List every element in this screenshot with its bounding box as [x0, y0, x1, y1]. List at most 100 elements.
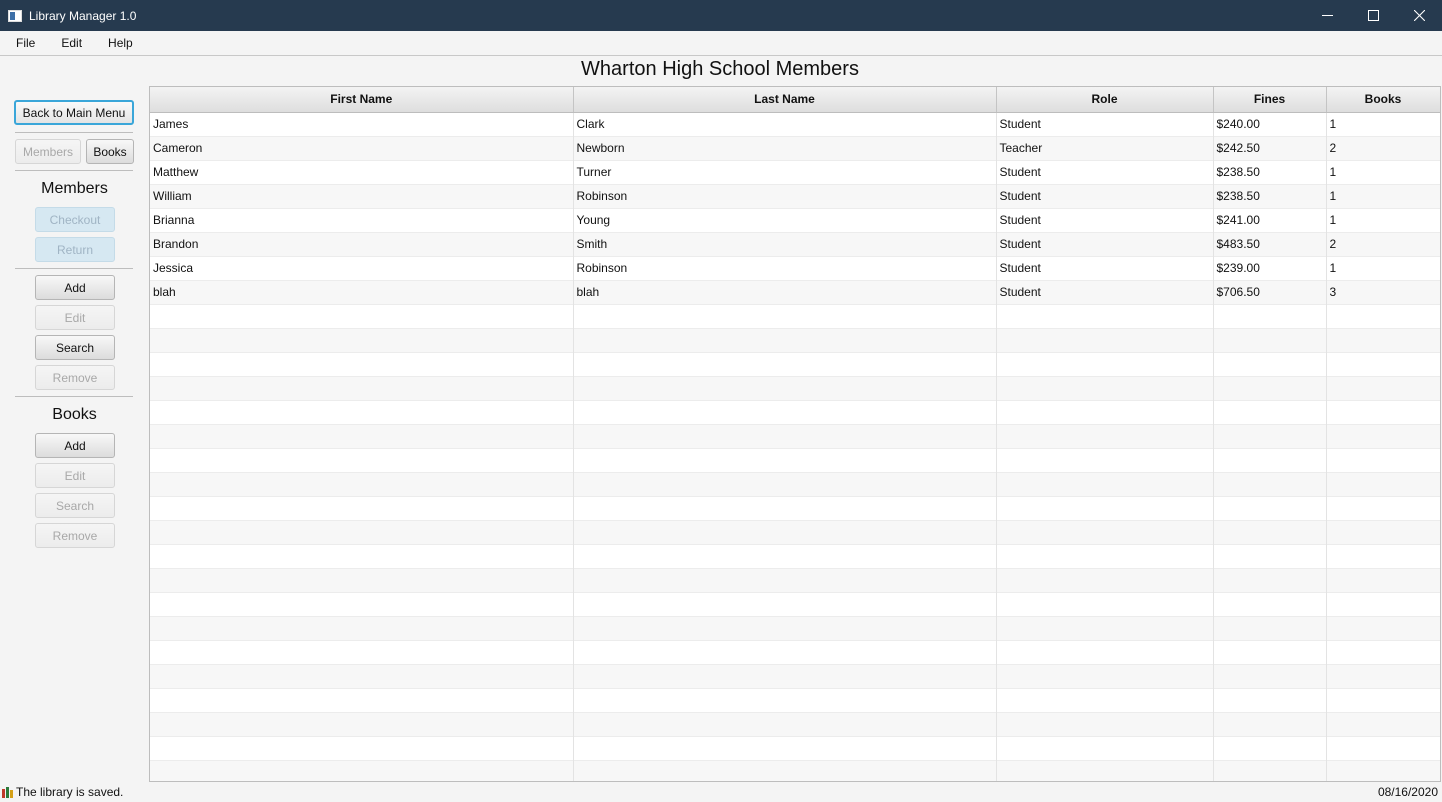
- menu-edit[interactable]: Edit: [53, 36, 90, 50]
- minimize-button[interactable]: [1304, 0, 1350, 31]
- table-row[interactable]: William Robinson Student $238.50 1: [150, 184, 1440, 208]
- edit-book-button[interactable]: Edit: [35, 463, 115, 488]
- table-cell: William: [150, 184, 574, 208]
- table-cell: [150, 448, 574, 472]
- table-row[interactable]: Cameron Newborn Teacher $242.50 2: [150, 136, 1440, 160]
- table-cell: [1213, 640, 1327, 664]
- table-cell: [573, 520, 997, 544]
- column-header-first-name[interactable]: First Name: [150, 87, 574, 113]
- empty-table-row: [150, 328, 1440, 352]
- table-cell: [1326, 496, 1440, 520]
- table-cell: 2: [1326, 136, 1440, 160]
- table-row[interactable]: Brandon Smith Student $483.50 2: [150, 232, 1440, 256]
- table-cell: [573, 424, 997, 448]
- add-member-button[interactable]: Add: [35, 275, 115, 300]
- table-cell: [996, 664, 1214, 688]
- table-cell: [150, 304, 574, 328]
- table-cell: [1326, 328, 1440, 352]
- back-to-main-menu-button[interactable]: Back to Main Menu: [14, 100, 134, 125]
- table-cell: [1213, 304, 1327, 328]
- table-cell: [573, 448, 997, 472]
- table-cell: [996, 376, 1214, 400]
- members-tab-button[interactable]: Members: [15, 139, 81, 164]
- table-cell: [1326, 640, 1440, 664]
- table-cell: $238.50: [1213, 184, 1327, 208]
- column-header-last-name[interactable]: Last Name: [573, 87, 997, 113]
- table-cell: [150, 616, 574, 640]
- edit-member-button[interactable]: Edit: [35, 305, 115, 330]
- table-cell: [1326, 712, 1440, 736]
- table-cell: [573, 592, 997, 616]
- table-cell: [1213, 760, 1327, 781]
- table-cell: [1326, 760, 1440, 781]
- column-header-fines[interactable]: Fines: [1213, 87, 1327, 113]
- search-member-button[interactable]: Search: [35, 335, 115, 360]
- table-cell: [573, 568, 997, 592]
- search-book-button[interactable]: Search: [35, 493, 115, 518]
- maximize-button[interactable]: [1350, 0, 1396, 31]
- table-cell: Student: [996, 256, 1214, 280]
- table-cell: [996, 520, 1214, 544]
- table-cell: [996, 352, 1214, 376]
- table-cell: 1: [1326, 112, 1440, 136]
- table-cell: Teacher: [996, 136, 1214, 160]
- return-button[interactable]: Return: [35, 237, 115, 262]
- table-cell: Brandon: [150, 232, 574, 256]
- table-cell: [573, 544, 997, 568]
- table-cell: [996, 448, 1214, 472]
- table-cell: $239.00: [1213, 256, 1327, 280]
- table-cell: [573, 616, 997, 640]
- divider: [15, 132, 133, 133]
- table-cell: [1326, 664, 1440, 688]
- table-row[interactable]: Jessica Robinson Student $239.00 1: [150, 256, 1440, 280]
- empty-table-row: [150, 472, 1440, 496]
- table-row[interactable]: James Clark Student $240.00 1: [150, 112, 1440, 136]
- column-header-books[interactable]: Books: [1326, 87, 1440, 113]
- table-cell: [996, 568, 1214, 592]
- table-cell: [1213, 472, 1327, 496]
- empty-table-row: [150, 352, 1440, 376]
- table-cell: [1326, 448, 1440, 472]
- empty-table-row: [150, 640, 1440, 664]
- status-date: 08/16/2020: [1377, 785, 1438, 799]
- table-cell: [573, 328, 997, 352]
- table-cell: Student: [996, 184, 1214, 208]
- remove-member-button[interactable]: Remove: [35, 365, 115, 390]
- empty-table-row: [150, 304, 1440, 328]
- table-row[interactable]: blah blah Student $706.50 3: [150, 280, 1440, 304]
- table-row[interactable]: Matthew Turner Student $238.50 1: [150, 160, 1440, 184]
- table-cell: Student: [996, 232, 1214, 256]
- menu-file[interactable]: File: [8, 36, 43, 50]
- table-cell: [1213, 712, 1327, 736]
- table-cell: [150, 568, 574, 592]
- divider: [15, 268, 133, 269]
- menu-help[interactable]: Help: [100, 36, 141, 50]
- close-icon: [1413, 10, 1425, 21]
- table-row[interactable]: Brianna Young Student $241.00 1: [150, 208, 1440, 232]
- table-cell: [1326, 400, 1440, 424]
- table-cell: [573, 640, 997, 664]
- close-button[interactable]: [1396, 0, 1442, 31]
- table-cell: [150, 400, 574, 424]
- members-table: First Name Last Name Role Fines Books Ja…: [149, 86, 1441, 782]
- empty-table-row: [150, 664, 1440, 688]
- table-cell: $483.50: [1213, 232, 1327, 256]
- maximize-icon: [1367, 10, 1379, 21]
- remove-book-button[interactable]: Remove: [35, 523, 115, 548]
- table-cell: [1213, 400, 1327, 424]
- minimize-icon: [1321, 15, 1333, 16]
- table-cell: [996, 496, 1214, 520]
- column-header-role[interactable]: Role: [996, 87, 1214, 113]
- table-cell: [1326, 736, 1440, 760]
- table-cell: [150, 424, 574, 448]
- table-cell: Student: [996, 208, 1214, 232]
- table-cell: [573, 376, 997, 400]
- table-cell: [1213, 448, 1327, 472]
- table-cell: [150, 520, 574, 544]
- books-tab-button[interactable]: Books: [86, 139, 134, 164]
- checkout-button[interactable]: Checkout: [35, 207, 115, 232]
- table-cell: 1: [1326, 160, 1440, 184]
- add-book-button[interactable]: Add: [35, 433, 115, 458]
- empty-table-row: [150, 592, 1440, 616]
- table-cell: [1326, 376, 1440, 400]
